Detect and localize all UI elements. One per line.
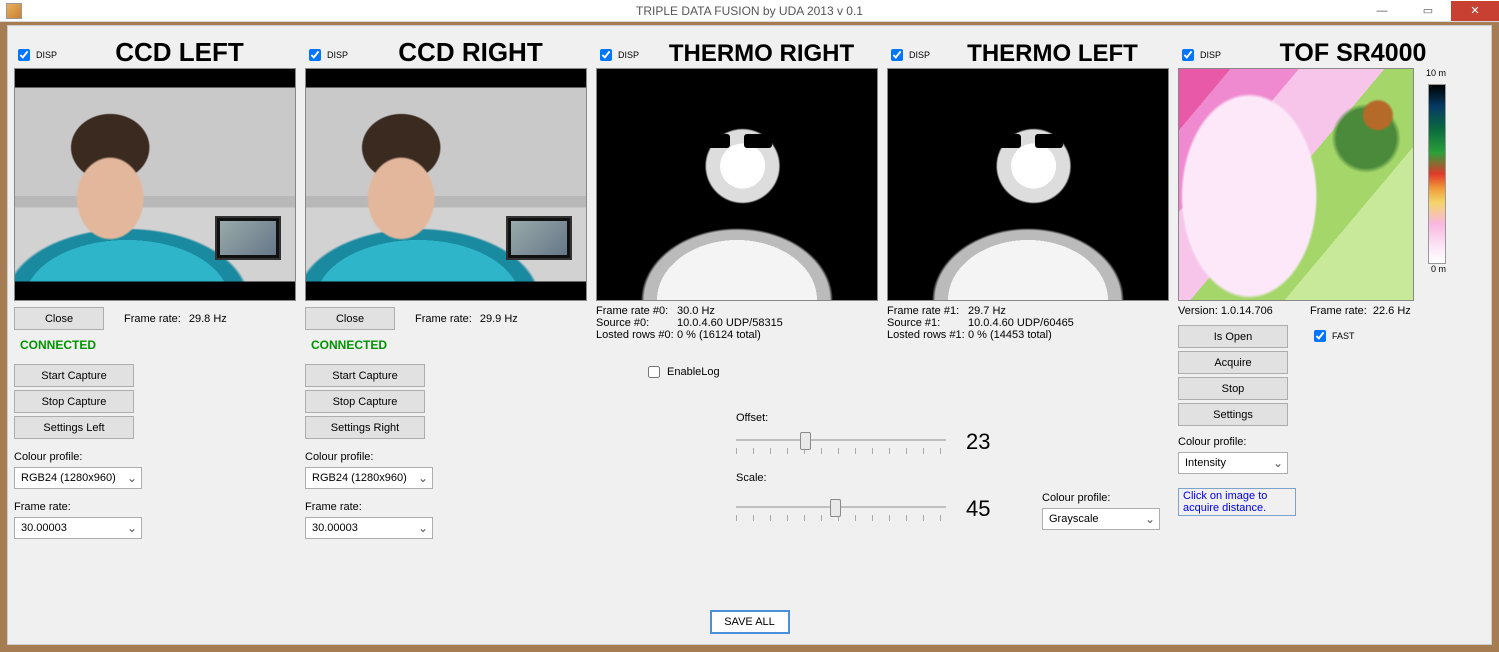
close-button-ccd-right[interactable]: Close (305, 307, 395, 330)
thermo-right-src: 10.0.4.60 UDP/58315 (677, 317, 783, 329)
colorbar-max: 10 m (1422, 68, 1446, 78)
panel-ccd-left: DISP CCD LEFT Close Frame rate: 29.8 Hz … (14, 32, 302, 539)
video-ccd-right (305, 68, 587, 301)
scale-slider[interactable] (736, 495, 946, 523)
is-open-button[interactable]: Is Open (1178, 325, 1288, 348)
minimize-button[interactable]: — (1359, 1, 1405, 21)
panel-ccd-right: DISP CCD RIGHT Close Frame rate: 29.9 Hz… (305, 32, 593, 539)
settings-ccd-left[interactable]: Settings Left (14, 416, 134, 439)
colour-profile-ccd-right[interactable]: RGB24 (1280x960) (305, 467, 433, 489)
close-button-ccd-left[interactable]: Close (14, 307, 104, 330)
disp-checkbox-thermo-left[interactable]: DISP (887, 46, 930, 64)
window-title: TRIPLE DATA FUSION by UDA 2013 v 0.1 (0, 4, 1499, 18)
stop-capture-ccd-right[interactable]: Stop Capture (305, 390, 425, 413)
maximize-button[interactable]: ▭ (1405, 1, 1451, 21)
thermo-right-lost: 0 % (16124 total) (677, 329, 761, 341)
offset-value: 23 (966, 429, 1014, 455)
status-ccd-left: CONNECTED (20, 338, 302, 352)
settings-ccd-right[interactable]: Settings Right (305, 416, 425, 439)
fps-select-ccd-right[interactable]: 30.00003 (305, 517, 433, 539)
stop-capture-ccd-left[interactable]: Stop Capture (14, 390, 134, 413)
colour-profile-thermo[interactable]: Grayscale (1042, 508, 1160, 530)
save-all-button[interactable]: SAVE ALL (710, 610, 790, 634)
colorbar (1428, 84, 1446, 264)
title-tof: TOF SR4000 (1221, 39, 1485, 68)
tof-fps: 22.6 Hz (1373, 305, 1411, 317)
start-capture-ccd-left[interactable]: Start Capture (14, 364, 134, 387)
status-ccd-right: CONNECTED (311, 338, 593, 352)
thermo-left-lost: 0 % (14453 total) (968, 329, 1052, 341)
ccd-left-fps: 29.8 Hz (189, 313, 227, 325)
fps-label: Frame rate: (124, 313, 181, 325)
stop-button-tof[interactable]: Stop (1178, 377, 1288, 400)
fast-checkbox[interactable]: FAST (1310, 327, 1411, 345)
app-icon (6, 3, 22, 19)
fps-select-ccd-left[interactable]: 30.00003 (14, 517, 142, 539)
tof-hint-link[interactable]: Click on image to acquire distance. (1178, 488, 1296, 516)
title-thermo-right: THERMO RIGHT (639, 40, 884, 68)
thermo-right-fps: 30.0 Hz (677, 305, 715, 317)
disp-checkbox-ccd-right[interactable]: DISP (305, 46, 348, 64)
disp-checkbox-thermo-right[interactable]: DISP (596, 46, 639, 64)
panel-tof: DISP TOF SR4000 Version: 1.0.14.706 Is O… (1178, 32, 1485, 539)
thermo-left-fps: 29.7 Hz (968, 305, 1006, 317)
thermo-left-src: 10.0.4.60 UDP/60465 (968, 317, 1074, 329)
enable-log-checkbox[interactable]: EnableLog (644, 363, 884, 381)
colour-profile-ccd-left[interactable]: RGB24 (1280x960) (14, 467, 142, 489)
video-thermo-right (596, 68, 878, 301)
colour-profile-tof[interactable]: Intensity (1178, 452, 1288, 474)
tof-version: 1.0.14.706 (1221, 305, 1273, 317)
close-window-button[interactable]: ✕ (1451, 1, 1499, 21)
acquire-button[interactable]: Acquire (1178, 351, 1288, 374)
start-capture-ccd-right[interactable]: Start Capture (305, 364, 425, 387)
video-ccd-left (14, 68, 296, 301)
settings-button-tof[interactable]: Settings (1178, 403, 1288, 426)
ccd-right-fps: 29.9 Hz (480, 313, 518, 325)
titlebar: TRIPLE DATA FUSION by UDA 2013 v 0.1 — ▭… (0, 0, 1499, 22)
title-ccd-left: CCD LEFT (57, 37, 302, 68)
colorbar-min: 0 m (1422, 264, 1446, 274)
scale-value: 45 (966, 496, 1014, 522)
offset-slider[interactable] (736, 428, 946, 456)
disp-checkbox-tof[interactable]: DISP (1178, 46, 1221, 64)
title-ccd-right: CCD RIGHT (348, 37, 593, 68)
video-thermo-left (887, 68, 1169, 301)
video-tof[interactable] (1178, 68, 1414, 301)
disp-checkbox-ccd-left[interactable]: DISP (14, 46, 57, 64)
title-thermo-left: THERMO LEFT (930, 40, 1175, 68)
